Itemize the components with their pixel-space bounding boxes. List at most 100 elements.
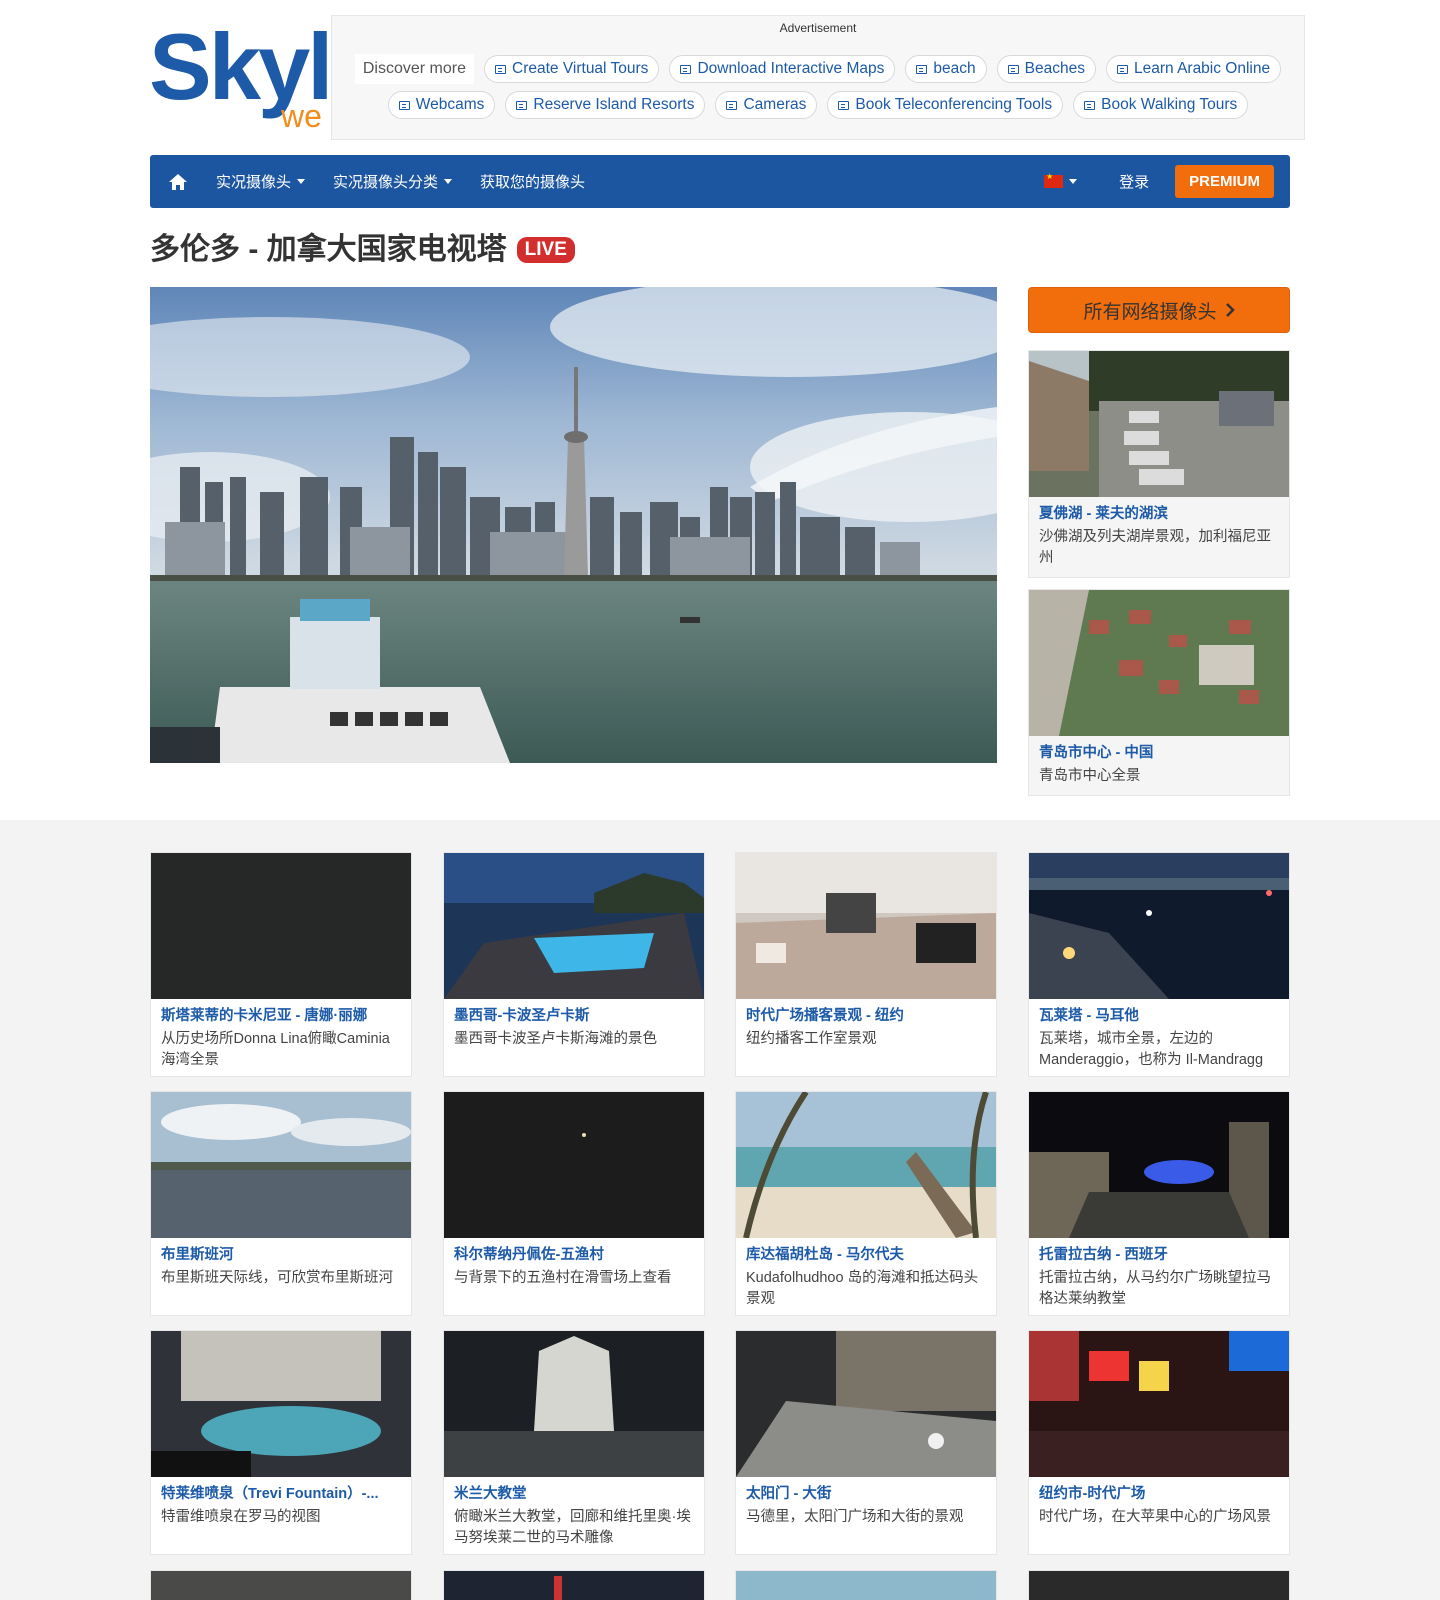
card-description: 与背景下的五渔村在滑雪场上查看 [454,1270,672,1286]
ad-link-label: Book Teleconferencing Tools [855,96,1053,113]
all-webcams-button[interactable]: 所有网络摄像头 [1028,287,1290,333]
nav-categories-label: 实况摄像头分类 [333,174,439,191]
main-webcam-player[interactable] [150,287,997,763]
home-icon[interactable] [168,173,188,191]
china-flag-icon [1044,172,1064,188]
card-title: 瓦莱塔 - 马耳他 [1039,1008,1139,1024]
chevron-right-icon [1225,303,1235,317]
webcam-card[interactable]: 米兰大教堂 俯瞰米兰大教堂，回廊和维托里奥·埃马努埃莱二世的马术雕像 [443,1330,705,1555]
webcam-card[interactable] [1028,1570,1290,1600]
webcam-thumbnail [736,1092,996,1238]
ad-link-label: Learn Arabic Online [1133,60,1271,77]
language-selector[interactable] [1044,172,1078,188]
ad-link[interactable]: Download Interactive Maps [669,55,896,83]
ad-link-icon [1116,64,1128,74]
card-description: 青岛市中心全景 [1039,768,1141,784]
webcam-card[interactable]: 时代广场播客景观 - 纽约 纽约播客工作室景观 [735,852,997,1077]
nav-get-cam[interactable]: 获取您的摄像头 [480,171,585,192]
ad-link-icon [680,64,692,74]
webcam-card[interactable]: 瓦莱塔 - 马耳他 瓦莱塔，城市全景，左边的Manderaggio，也称为 Il… [1028,852,1290,1077]
webcam-thumbnail [151,853,411,999]
webcam-card[interactable]: 布里斯班河 布里斯班天际线，可欣赏布里斯班河 [150,1091,412,1316]
card-title: 墨西哥-卡波圣卢卡斯 [454,1008,590,1024]
nav-live-cams[interactable]: 实况摄像头 [216,171,306,192]
main-navbar: 实况摄像头 实况摄像头分类 获取您的摄像头 登录 PREMIUM [150,155,1290,208]
webcam-card[interactable]: 库达福胡杜岛 - 马尔代夫 Kudafolhudhoo 岛的海滩和抵达码头景观 [735,1091,997,1316]
ad-link[interactable]: beach [905,55,987,83]
webcam-thumbnail [1029,853,1289,999]
ad-link-icon [726,100,738,110]
ad-link-label: Book Walking Tours [1101,96,1238,113]
ad-link-icon [1007,64,1019,74]
card-description: 马德里，太阳门广场和大街的景观 [746,1509,964,1525]
page-title: 多伦多 - 加拿大国家电视塔 [150,233,507,266]
ad-link[interactable]: Reserve Island Resorts [505,91,706,119]
card-description: 特雷维喷泉在罗马的视图 [161,1509,321,1525]
page-title-row: 多伦多 - 加拿大国家电视塔 LIVE [150,230,575,270]
logo-subtext: we [281,98,322,132]
card-title: 夏佛湖 - 莱夫的湖滨 [1039,506,1168,522]
ad-link[interactable]: Cameras [715,91,818,119]
webcam-card[interactable]: 托雷拉古纳 - 西班牙 托雷拉古纳，从马约尔广场眺望拉马格达莱纳教堂 [1028,1091,1290,1316]
webcam-thumbnail [151,1092,411,1238]
ad-link[interactable]: Book Teleconferencing Tools [827,91,1064,119]
ad-label: Advertisement [779,21,857,35]
card-title: 布里斯班河 [161,1247,234,1263]
card-description: Kudafolhudhoo 岛的海滩和抵达码头景观 [746,1270,979,1307]
ad-link-icon [916,64,928,74]
all-webcams-label: 所有网络摄像头 [1083,301,1217,323]
webcam-thumbnail [1029,1092,1289,1238]
ad-link-label: Create Virtual Tours [512,60,649,77]
webcam-card[interactable]: 特莱维喷泉（Trevi Fountain）-... 特雷维喷泉在罗马的视图 [150,1330,412,1555]
ad-link-icon [495,64,507,74]
ad-link-icon [516,100,528,110]
webcam-card[interactable] [150,1570,412,1600]
ad-link-icon [1084,100,1096,110]
caret-down-icon [1069,179,1078,184]
login-link[interactable]: 登录 [1119,171,1149,192]
ad-link[interactable]: Beaches [996,55,1096,83]
caret-down-icon [444,179,453,184]
webcam-thumbnail [736,1571,996,1600]
card-title: 米兰大教堂 [454,1486,527,1502]
sidebar-webcam-card[interactable]: 夏佛湖 - 莱夫的湖滨 沙佛湖及列夫湖岸景观，加利福尼亚州 [1028,350,1290,578]
nav-categories[interactable]: 实况摄像头分类 [333,171,453,192]
card-description: 时代广场，在大苹果中心的广场风景 [1039,1509,1271,1525]
ad-link-label: Cameras [743,96,807,113]
card-title: 时代广场播客景观 - 纽约 [746,1008,904,1024]
webcam-card[interactable] [443,1570,705,1600]
webcam-thumbnail [444,1571,704,1600]
ad-link-label: Reserve Island Resorts [533,96,695,113]
nav-live-cams-label: 实况摄像头 [216,174,292,191]
card-description: 沙佛湖及列夫湖岸景观，加利福尼亚州 [1039,529,1271,566]
advertisement-banner: Advertisement Discover more Create Virtu… [331,15,1305,140]
webcam-card[interactable]: 太阳门 - 大街 马德里，太阳门广场和大街的景观 [735,1330,997,1555]
webcam-card[interactable]: 斯塔莱蒂的卡米尼亚 - 唐娜·丽娜 从历史场所Donna Lina俯瞰Camin… [150,852,412,1077]
webcam-thumbnail [444,853,704,999]
card-title: 太阳门 - 大街 [746,1486,832,1502]
ad-link[interactable]: Webcams [387,91,496,119]
card-description: 纽约播客工作室景观 [746,1031,877,1047]
webcam-card[interactable]: 科尔蒂纳丹佩佐-五渔村 与背景下的五渔村在滑雪场上查看 [443,1091,705,1316]
premium-button[interactable]: PREMIUM [1175,165,1274,198]
ad-link-label: beach [933,60,976,77]
ad-link-label: Beaches [1024,60,1085,77]
card-title: 库达福胡杜岛 - 马尔代夫 [746,1247,904,1263]
ad-link[interactable]: Learn Arabic Online [1105,55,1282,83]
ad-link[interactable]: Book Walking Tours [1073,91,1249,119]
card-description: 墨西哥卡波圣卢卡斯海滩的景色 [454,1031,657,1047]
card-description: 瓦莱塔，城市全景，左边的Manderaggio，也称为 Il-Mandragg [1039,1031,1264,1068]
webcam-card[interactable]: 墨西哥-卡波圣卢卡斯 墨西哥卡波圣卢卡斯海滩的景色 [443,852,705,1077]
webcam-card[interactable]: 纽约市-时代广场 时代广场，在大苹果中心的广场风景 [1028,1330,1290,1555]
site-logo[interactable]: Skyli we [149,20,331,132]
ad-link-icon [398,100,410,110]
ad-row-2: Webcams Reserve Island Resorts Cameras B… [332,91,1304,119]
sidebar-webcam-card[interactable]: 青岛市中心 - 中国 青岛市中心全景 [1028,589,1290,796]
ad-link[interactable]: Create Virtual Tours [484,55,660,83]
ad-link-label: Webcams [415,96,485,113]
webcam-thumbnail [1029,1571,1289,1600]
card-description: 托雷拉古纳，从马约尔广场眺望拉马格达莱纳教堂 [1039,1270,1271,1307]
card-title: 科尔蒂纳丹佩佐-五渔村 [454,1247,604,1263]
webcam-thumbnail [736,853,996,999]
webcam-card[interactable] [735,1570,997,1600]
